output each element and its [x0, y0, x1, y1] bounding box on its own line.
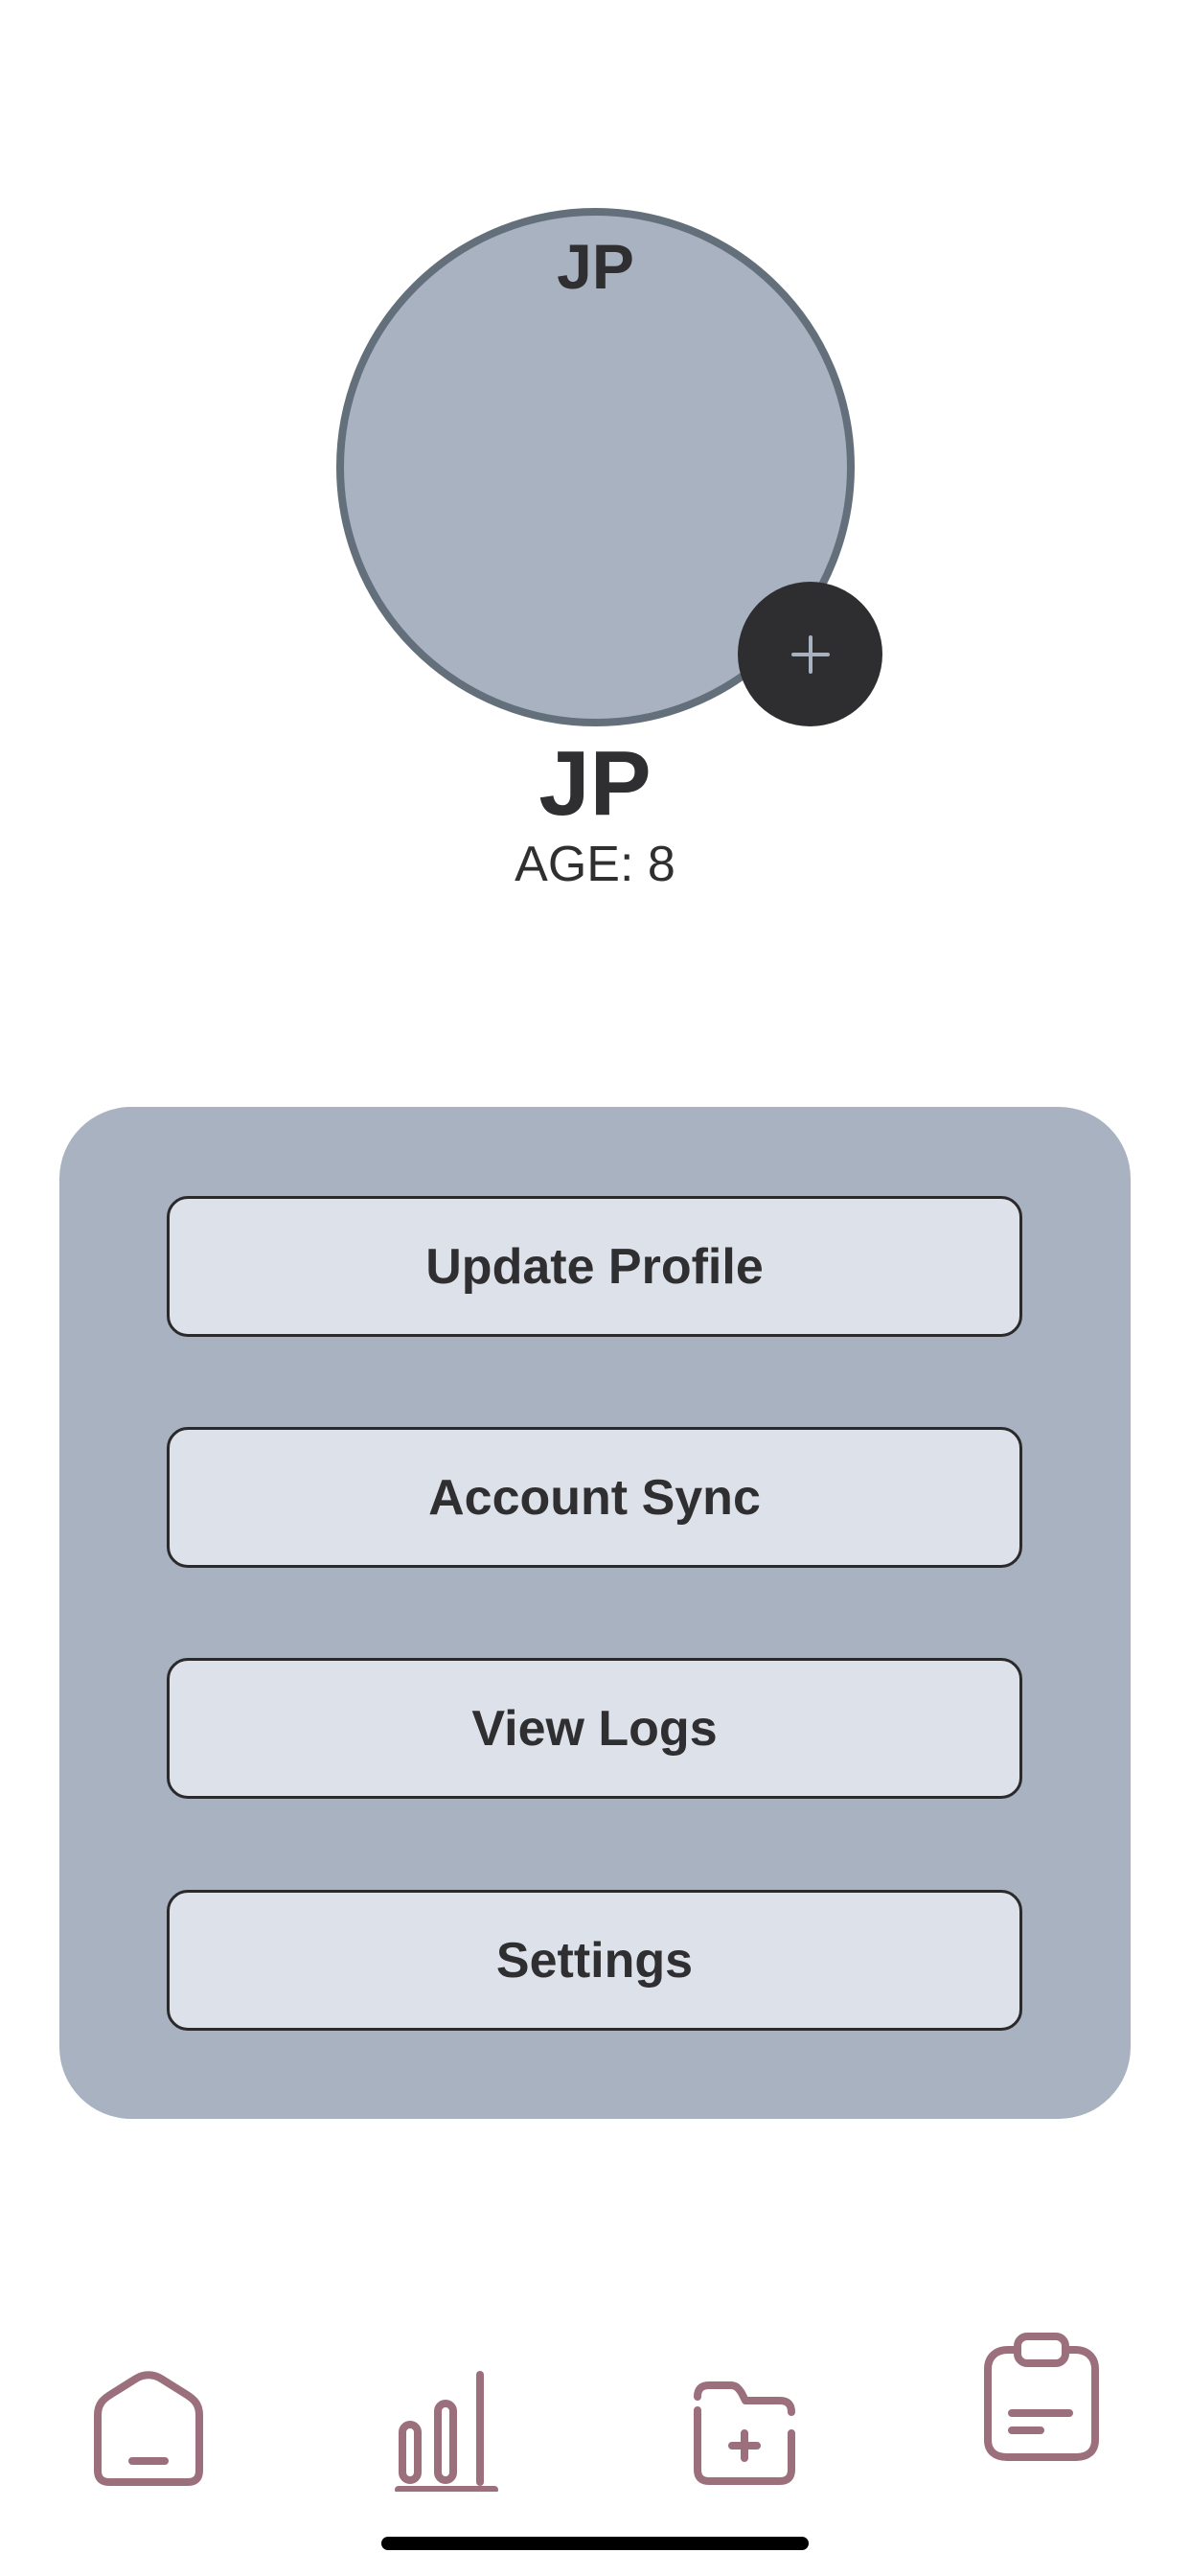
profile-name: JP — [538, 732, 652, 835]
folder-add-icon — [694, 2381, 795, 2485]
tab-clipboard[interactable] — [979, 2331, 1104, 2470]
account-sync-button[interactable]: Account Sync — [167, 1427, 1022, 1568]
home-icon — [94, 2371, 203, 2486]
tab-add-folder[interactable] — [682, 2378, 807, 2497]
home-indicator — [381, 2537, 809, 2550]
plus-icon — [790, 634, 830, 674]
add-photo-button[interactable] — [738, 582, 882, 726]
profile-age: AGE: 8 — [515, 837, 675, 892]
clipboard-icon — [984, 2333, 1099, 2461]
tab-stats[interactable] — [384, 2367, 509, 2496]
view-logs-button[interactable]: View Logs — [167, 1658, 1022, 1799]
avatar-initials: JP — [557, 231, 634, 302]
menu-card: Update Profile Account Sync View Logs Se… — [59, 1107, 1131, 2119]
update-profile-button[interactable]: Update Profile — [167, 1196, 1022, 1337]
bar-chart-icon — [395, 2371, 498, 2494]
settings-button[interactable]: Settings — [167, 1890, 1022, 2031]
tab-home[interactable] — [86, 2367, 211, 2496]
